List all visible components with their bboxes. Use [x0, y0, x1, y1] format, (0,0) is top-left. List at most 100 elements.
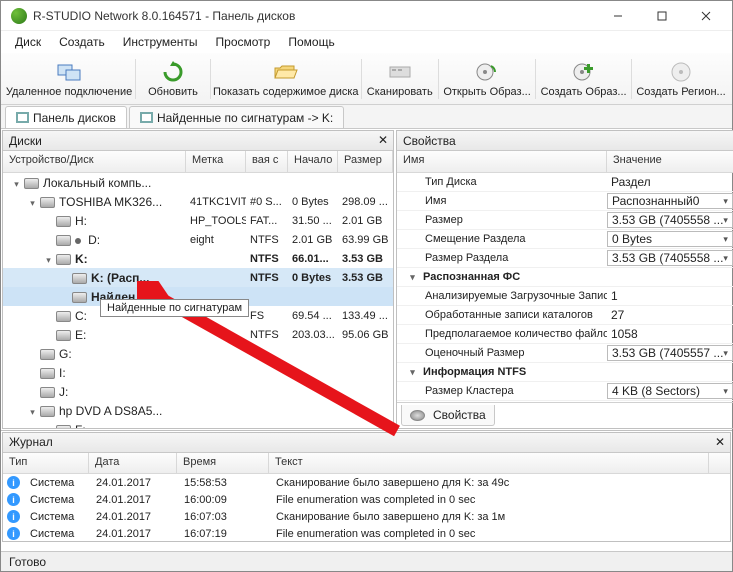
disk-cell: HP_TOOLS: [186, 215, 246, 227]
expander-icon[interactable]: [59, 271, 70, 282]
property-row[interactable]: Тип ДискаРаздел: [397, 173, 733, 192]
journal-row[interactable]: iСистема24.01.201715:58:53Сканирование б…: [3, 474, 730, 491]
expander-icon[interactable]: [43, 328, 54, 339]
property-row[interactable]: Смещение Раздела0 Bytes▾: [397, 230, 733, 249]
expander-icon[interactable]: ▾: [407, 272, 418, 283]
cd-icon: [56, 425, 71, 428]
disks-col[interactable]: Устройство/Диск: [3, 151, 186, 172]
dropdown-icon[interactable]: ▾: [723, 386, 728, 397]
maximize-button[interactable]: [640, 2, 684, 30]
disk-row[interactable]: J:: [3, 382, 393, 401]
info-icon: i: [7, 476, 20, 489]
dropdown-icon[interactable]: ▾: [723, 215, 728, 226]
journal-row[interactable]: iСистема24.01.201716:00:09File enumerati…: [3, 491, 730, 508]
menu-просмотр[interactable]: Просмотр: [208, 33, 279, 51]
property-value[interactable]: 3.53 GB (7405558 ...▾: [607, 250, 733, 266]
expander-icon[interactable]: [43, 309, 54, 320]
disk-row[interactable]: D:eightNTFS2.01 GB63.99 GB: [3, 230, 393, 249]
disk-row[interactable]: ▾Локальный компь...: [3, 173, 393, 192]
property-value[interactable]: 3.53 GB (7405557 ...▾: [607, 345, 733, 361]
menu-диск[interactable]: Диск: [7, 33, 49, 51]
property-row[interactable]: Размер3.53 GB (7405558 ...▾: [397, 211, 733, 230]
props-col-name[interactable]: Имя: [397, 151, 607, 172]
expander-icon[interactable]: ▾: [27, 407, 38, 418]
disk-row[interactable]: I:: [3, 363, 393, 382]
disk-row[interactable]: ▾K:NTFS66.01...3.53 GB: [3, 249, 393, 268]
property-row[interactable]: Анализируемые Загрузочные Записи1: [397, 287, 733, 306]
expander-icon[interactable]: [27, 385, 38, 396]
minimize-button[interactable]: [596, 2, 640, 30]
disk-row[interactable]: F:: [3, 420, 393, 428]
expander-icon[interactable]: [43, 233, 54, 244]
dropdown-icon[interactable]: ▾: [723, 253, 728, 264]
disk-row[interactable]: E:NTFS203.03...95.06 GB: [3, 325, 393, 344]
tab[interactable]: Панель дисков: [5, 106, 127, 128]
property-row[interactable]: Размер Кластера4 KB (8 Sectors)▾: [397, 382, 733, 401]
property-row[interactable]: ▾ Информация NTFS: [397, 363, 733, 382]
dropdown-icon[interactable]: ▾: [723, 348, 728, 359]
journal-cell: 16:00:09: [178, 494, 270, 506]
journal-col[interactable]: Дата: [89, 453, 177, 474]
menu-инструменты[interactable]: Инструменты: [115, 33, 206, 51]
property-value[interactable]: 4 KB (8 Sectors)▾: [607, 383, 733, 399]
toolbar-remote-button[interactable]: Удаленное подключение: [5, 58, 133, 100]
disks-col[interactable]: вая с: [246, 151, 288, 172]
toolbar-refresh-button[interactable]: Обновить: [138, 58, 208, 100]
journal-panel-close[interactable]: ✕: [712, 434, 728, 450]
property-row[interactable]: Обработанные записи каталогов27: [397, 306, 733, 325]
expander-icon[interactable]: [43, 423, 54, 429]
disks-col[interactable]: Метка: [186, 151, 246, 172]
expander-icon[interactable]: [27, 366, 38, 377]
disk-row[interactable]: H:HP_TOOLSFAT...31.50 ...2.01 GB: [3, 211, 393, 230]
property-value[interactable]: 3.53 GB (7405558 ...▾: [607, 212, 733, 228]
properties-bottom-tab[interactable]: Свойства: [401, 405, 495, 426]
tab[interactable]: Найденные по сигнатурам -> K:: [129, 106, 344, 128]
toolbar-createimg-button[interactable]: Создать Образ...: [538, 58, 629, 100]
disk-cell: NTFS: [246, 253, 288, 265]
close-button[interactable]: [684, 2, 728, 30]
property-row[interactable]: ▾ Распознанная ФС: [397, 268, 733, 287]
expander-icon[interactable]: ▾: [27, 198, 38, 209]
property-key: Тип Диска: [397, 176, 607, 188]
disk-row[interactable]: K: (Расп...NTFS0 Bytes3.53 GB: [3, 268, 393, 287]
expander-icon[interactable]: ▾: [407, 367, 418, 378]
properties-panel-close[interactable]: ✕: [729, 132, 733, 148]
journal-col[interactable]: Тип: [3, 453, 89, 474]
toolbar-openimg-button[interactable]: Открыть Образ...: [441, 58, 533, 100]
disk-row[interactable]: ▾TOSHIBA MK326...41TKC1VIT#0 S...0 Bytes…: [3, 192, 393, 211]
expander-icon[interactable]: ▾: [43, 255, 54, 266]
journal-row[interactable]: iСистема24.01.201716:07:03Сканирование б…: [3, 508, 730, 525]
dropdown-icon[interactable]: ▾: [723, 196, 728, 207]
expander-icon[interactable]: [27, 347, 38, 358]
expander-icon[interactable]: [59, 290, 70, 301]
journal-rows[interactable]: iСистема24.01.201715:58:53Сканирование б…: [3, 474, 730, 541]
disks-col[interactable]: Размер: [338, 151, 393, 172]
journal-cell: File enumeration was completed in 0 sec: [270, 528, 710, 540]
property-row[interactable]: ИмяРаспознанный0▾: [397, 192, 733, 211]
property-value[interactable]: Распознанный0▾: [607, 193, 733, 209]
disks-panel-close[interactable]: ✕: [375, 132, 391, 148]
property-value[interactable]: 0 Bytes▾: [607, 231, 733, 247]
menu-создать[interactable]: Создать: [51, 33, 113, 51]
disk-row[interactable]: G:: [3, 344, 393, 363]
disk-row[interactable]: ▾hp DVD A DS8A5...: [3, 401, 393, 420]
journal-col[interactable]: Текст: [269, 453, 709, 474]
dropdown-icon[interactable]: ▾: [723, 234, 728, 245]
property-row[interactable]: Оценочный Размер3.53 GB (7405557 ...▾: [397, 344, 733, 363]
disk-cell: 133.49 ...: [338, 310, 393, 322]
property-row[interactable]: Размер Раздела3.53 GB (7405558 ...▾: [397, 249, 733, 268]
menu-помощь[interactable]: Помощь: [280, 33, 342, 51]
disks-col[interactable]: Начало: [288, 151, 338, 172]
refresh-icon: [161, 60, 185, 84]
journal-cell: 24.01.2017: [90, 511, 178, 523]
disk-cell: 2.01 GB: [338, 215, 393, 227]
properties-list[interactable]: Тип ДискаРазделИмяРаспознанный0▾Размер3.…: [397, 173, 733, 402]
expander-icon[interactable]: [43, 214, 54, 225]
expander-icon[interactable]: ▾: [11, 179, 22, 190]
vol-icon: [56, 330, 71, 341]
props-col-value[interactable]: Значение: [607, 151, 733, 172]
journal-row[interactable]: iСистема24.01.201716:07:19File enumerati…: [3, 525, 730, 541]
toolbar-open-button[interactable]: Показать содержимое диска: [213, 58, 359, 100]
property-row[interactable]: Предполагаемое количество файлов1058: [397, 325, 733, 344]
journal-col[interactable]: Время: [177, 453, 269, 474]
